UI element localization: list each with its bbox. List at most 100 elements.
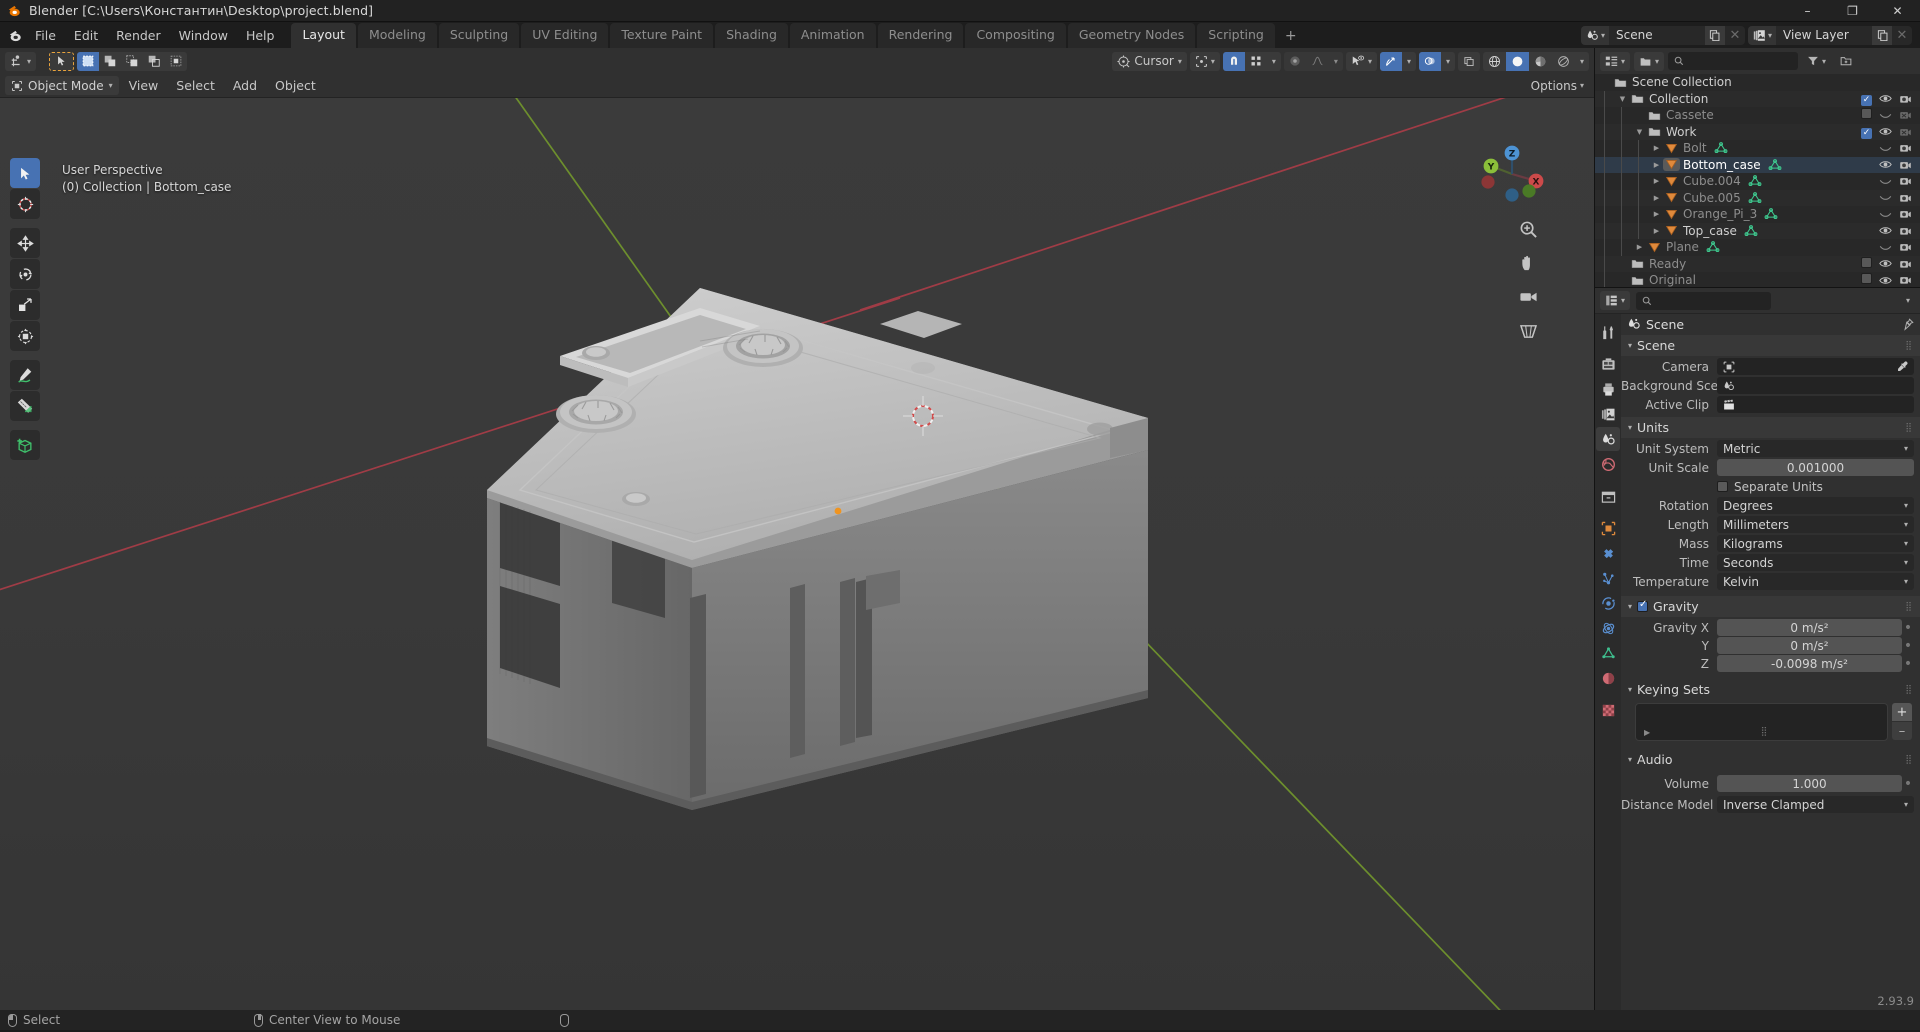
properties-search-input[interactable] (1636, 291, 1771, 310)
outliner-hide-eye-icon[interactable] (1878, 143, 1892, 154)
outliner-render-camera-icon[interactable] (1898, 142, 1912, 154)
workspace-tab-texture-paint[interactable]: Texture Paint (610, 23, 714, 48)
camera-view-icon[interactable] (1515, 284, 1541, 310)
minimize-button[interactable]: – (1785, 0, 1830, 22)
disclosure-triangle-icon[interactable]: ▶ (1650, 210, 1663, 218)
unit-system-dropdown[interactable]: Metric ▾ (1717, 440, 1914, 457)
tweak-tool-button[interactable] (49, 51, 75, 71)
outliner-item-label[interactable]: Top_case (1683, 224, 1737, 238)
outliner-row-top-case[interactable]: ▶ Top_case (1595, 222, 1920, 239)
select-extend-icon[interactable] (99, 52, 121, 71)
tool-add-cube[interactable] (10, 430, 40, 460)
outliner-exclude-checkbox[interactable] (1861, 108, 1872, 122)
solid-shading-icon[interactable] (1505, 51, 1529, 71)
outliner-hide-eye-icon[interactable] (1878, 192, 1892, 203)
outliner-item-label[interactable]: Plane (1666, 240, 1699, 254)
snapping-group[interactable]: ▾ (1222, 51, 1281, 71)
tab-particles[interactable] (1596, 566, 1620, 590)
panel-collapse-chevron-icon[interactable]: ▾ (1628, 602, 1632, 611)
snap-dropdown-chevron-icon[interactable]: ▾ (1267, 52, 1281, 71)
disclosure-triangle-icon[interactable]: ▶ (1650, 144, 1663, 152)
outliner-display-mode-icon[interactable]: ▾ (1634, 51, 1665, 71)
viewport-menu-object[interactable]: Object (267, 76, 324, 95)
scene-icon[interactable]: ▾ (1580, 25, 1609, 45)
editor-type-selector[interactable]: ▾ (5, 51, 37, 71)
background-scene-field[interactable] (1717, 377, 1914, 394)
proportional-dropdown-chevron-icon[interactable]: ▾ (1329, 52, 1343, 71)
panel-header-keying-sets[interactable]: ▾ Keying Sets ⣿ (1621, 679, 1920, 700)
viewport-menu-view[interactable]: View (121, 76, 167, 95)
scene-selector[interactable]: ▾ Scene ✕ (1580, 25, 1745, 45)
separate-units-checkbox[interactable] (1717, 481, 1728, 492)
add-workspace-button[interactable]: + (1277, 24, 1305, 48)
overlays-toggle-group[interactable]: ▾ (1418, 51, 1455, 71)
outliner-hide-eye-icon[interactable] (1878, 176, 1892, 187)
outliner-render-camera-icon[interactable] (1898, 159, 1912, 171)
outliner-row-plane[interactable]: ▶ Plane (1595, 239, 1920, 256)
keying-sets-grip-icon[interactable]: ⣿ (1761, 727, 1769, 737)
outliner-render-camera-icon[interactable] (1898, 258, 1912, 270)
unlink-scene-button[interactable]: ✕ (1725, 26, 1745, 45)
outliner-search-input[interactable] (1668, 52, 1799, 70)
active-clip-field[interactable] (1717, 396, 1914, 413)
outliner-row-orange-pi-3[interactable]: ▶ Orange_Pi_3 (1595, 206, 1920, 223)
keying-sets-list[interactable]: ▶ ⣿ (1635, 703, 1888, 741)
outliner-render-camera-icon[interactable] (1898, 192, 1912, 204)
panel-collapse-chevron-icon[interactable]: ▾ (1628, 755, 1632, 764)
outliner-item-label[interactable]: Collection (1649, 92, 1708, 106)
outliner-row-cassete[interactable]: Cassete (1595, 107, 1920, 124)
proportional-editing-group[interactable]: ▾ (1283, 51, 1343, 71)
outliner-render-camera-icon[interactable] (1898, 208, 1912, 220)
tab-render[interactable] (1596, 352, 1620, 376)
workspace-tab-rendering[interactable]: Rendering (877, 23, 964, 48)
close-button[interactable]: ✕ (1875, 0, 1920, 22)
gravity-z-field[interactable]: -0.0098 m/s² (1717, 655, 1902, 672)
menu-edit[interactable]: Edit (65, 22, 107, 48)
mesh-data-icon[interactable] (1714, 142, 1728, 154)
mesh-data-icon[interactable] (1744, 224, 1758, 237)
show-overlays-icon[interactable] (1418, 51, 1441, 71)
proportional-editing-icon[interactable] (1284, 52, 1306, 71)
outliner-render-camera-icon[interactable] (1898, 225, 1912, 237)
snap-target-icon[interactable] (1245, 52, 1267, 71)
outliner-item-label[interactable]: Ready (1649, 257, 1686, 271)
tab-tool[interactable] (1596, 320, 1620, 344)
outliner-hide-eye-icon[interactable] (1878, 225, 1892, 236)
view-layer-name[interactable]: View Layer (1776, 26, 1872, 45)
outliner-render-camera-icon[interactable] (1898, 126, 1912, 138)
tool-cursor[interactable] (10, 189, 40, 219)
outliner-row-cube-005[interactable]: ▶ Cube.005 (1595, 189, 1920, 206)
tab-object-data[interactable] (1596, 641, 1620, 665)
disclosure-triangle-icon[interactable]: ▼ (1616, 95, 1629, 103)
outliner-render-camera-icon[interactable] (1898, 109, 1912, 121)
panel-drag-dots-icon[interactable]: ⣿ (1905, 423, 1913, 433)
viewport-options-button[interactable]: Options ▾ (1526, 76, 1589, 95)
tool-rotate[interactable] (10, 259, 40, 289)
gizmo-toggle-group[interactable]: ▾ (1379, 51, 1416, 71)
outliner-exclude-checkbox[interactable]: ✓ (1861, 124, 1872, 140)
tool-tweak[interactable] (10, 158, 40, 188)
gravity-x-animate-dot-icon[interactable]: • (1902, 620, 1914, 636)
mesh-data-icon[interactable] (1748, 191, 1762, 204)
shading-dropdown-chevron-icon[interactable]: ▾ (1575, 52, 1589, 71)
workspace-tab-layout[interactable]: Layout (291, 23, 356, 48)
overlays-dropdown-chevron-icon[interactable]: ▾ (1441, 52, 1455, 71)
panel-drag-dots-icon[interactable]: ⣿ (1905, 685, 1913, 695)
volume-field[interactable]: 1.000 (1717, 775, 1902, 792)
outliner-row-bolt[interactable]: ▶ Bolt (1595, 140, 1920, 157)
viewport-menu-add[interactable]: Add (225, 76, 265, 95)
keying-sets-expand-icon[interactable]: ▶ (1644, 728, 1650, 737)
tool-measure[interactable] (10, 391, 40, 421)
outliner-item-label[interactable]: Original (1649, 273, 1696, 287)
tab-world[interactable] (1596, 452, 1620, 476)
disclosure-triangle-icon[interactable]: ▶ (1650, 227, 1663, 235)
add-keying-set-button[interactable]: + (1892, 703, 1912, 721)
camera-field[interactable] (1717, 358, 1914, 375)
tool-scale[interactable] (10, 290, 40, 320)
wireframe-shading-icon[interactable] (1483, 52, 1506, 71)
menu-render[interactable]: Render (107, 22, 170, 48)
outliner-hide-eye-icon[interactable] (1878, 93, 1892, 104)
blender-menu-icon[interactable] (4, 22, 26, 48)
workspace-tab-sculpting[interactable]: Sculpting (438, 23, 520, 48)
tab-material[interactable] (1596, 666, 1620, 690)
